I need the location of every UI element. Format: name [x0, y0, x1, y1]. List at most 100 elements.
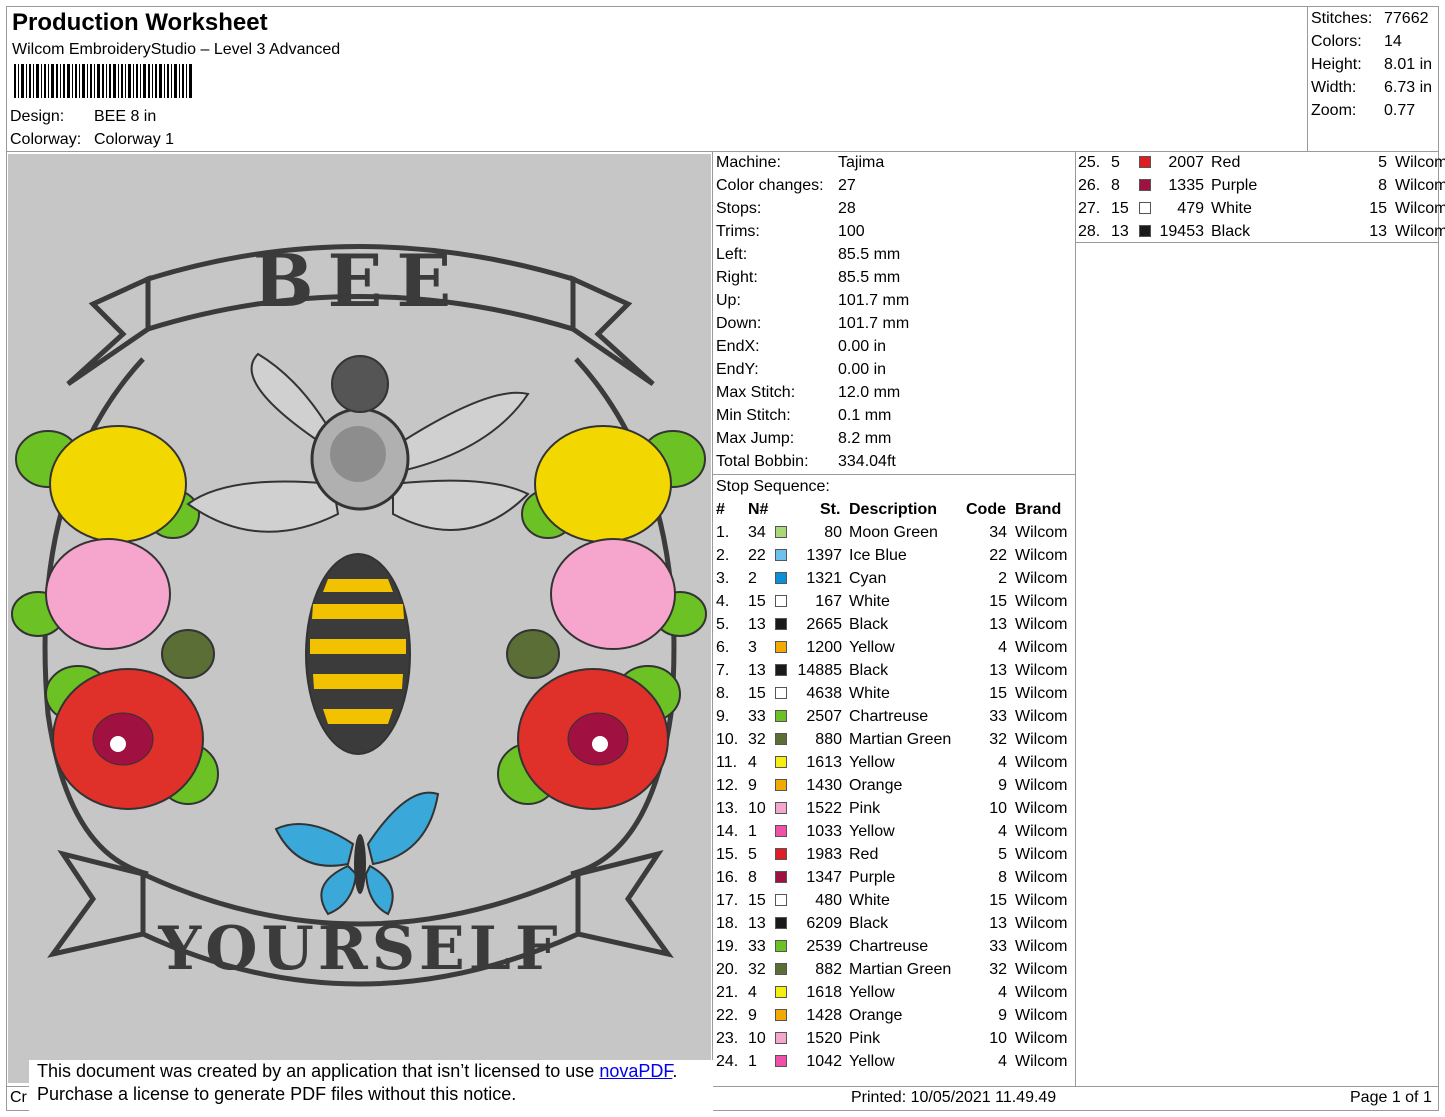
stop-stitches: 1321 [806, 570, 842, 587]
stop-needle: 10 [748, 800, 766, 817]
machine-value: 0.00 in [838, 361, 887, 378]
bottom-banner-tail-left [47, 850, 146, 958]
machine-label: Total Bobbin: [716, 453, 809, 470]
machine-label: Max Stitch: [716, 384, 796, 401]
color-swatch [775, 1009, 787, 1021]
stat-label: Stitches: [1311, 10, 1373, 27]
stop-description: Red [1211, 154, 1241, 171]
stop-stitches: 1033 [806, 823, 842, 840]
printed-date: Printed: 10/05/2021 11.49.49 [851, 1089, 1057, 1106]
license-notice: This document was created by an applicat… [29, 1060, 713, 1112]
color-swatch [775, 687, 787, 699]
stop-brand: Wilcom [1015, 662, 1068, 679]
machine-label: Right: [716, 269, 758, 286]
embroidery-artwork: BEE YOURSELF [11, 238, 707, 987]
machine-value: 85.5 mm [838, 246, 901, 263]
stop-row: 15. 5 1983 Red 5 Wilcom [716, 843, 1074, 866]
machine-value: 0.1 mm [838, 407, 892, 424]
page-number: Page 1 of 1 [1350, 1089, 1432, 1106]
stat-value: 14 [1384, 33, 1402, 50]
stop-code: 34 [989, 524, 1007, 541]
machine-label: Max Jump: [716, 430, 795, 447]
stop-needle: 4 [748, 754, 757, 771]
machine-value: 8.2 mm [838, 430, 892, 447]
machine-value: 12.0 mm [838, 384, 901, 401]
stop-description: Martian Green [849, 961, 952, 978]
color-swatch [775, 848, 787, 860]
stop-brand: Wilcom [1395, 223, 1445, 240]
stop-code: 32 [989, 731, 1007, 748]
stop-stitches: 1983 [806, 846, 842, 863]
footer-left: Cr [10, 1089, 27, 1106]
stop-brand: Wilcom [1015, 639, 1068, 656]
color-swatch [775, 549, 787, 561]
stop-description: Cyan [849, 570, 887, 587]
stop-code: 9 [998, 1007, 1007, 1024]
stat-label: Width: [1311, 79, 1357, 96]
stop-stitches: 480 [815, 892, 842, 909]
stop-row: 26. 8 1335 Purple 8 Wilcom [1078, 174, 1445, 197]
stop-description: White [849, 593, 890, 610]
stop-row: 19. 33 2539 Chartreuse 33 Wilcom [716, 935, 1074, 958]
color-swatch [775, 1032, 787, 1044]
notice-line2: Purchase a license to generate PDF files… [37, 1084, 517, 1104]
page-title: Production Worksheet [12, 9, 268, 36]
stops-header: # N# St. Description Code Brand [716, 498, 1074, 521]
color-swatch [775, 710, 787, 722]
stop-row: 16. 8 1347 Purple 8 Wilcom [716, 866, 1074, 889]
stop-brand: Wilcom [1015, 938, 1068, 955]
stop-index: 3. [716, 570, 730, 587]
stop-index: 9. [716, 708, 730, 725]
stop-code: 15 [989, 593, 1007, 610]
stop-code: 5 [1378, 154, 1387, 171]
right-roses [497, 425, 707, 810]
col-brand: Brand [1015, 501, 1062, 518]
stop-needle: 13 [748, 662, 766, 679]
butterfly [274, 791, 440, 916]
stop-code: 4 [998, 639, 1007, 656]
stop-index: 19. [716, 938, 739, 955]
stop-description: Orange [849, 777, 903, 794]
bottom-banner-tail-right [575, 850, 674, 958]
stop-description: Yellow [849, 754, 895, 771]
stop-description: Pink [849, 1030, 881, 1047]
stop-needle: 13 [748, 616, 766, 633]
stop-stitches: 1335 [1168, 177, 1204, 194]
stop-description: Martian Green [849, 731, 952, 748]
stop-index: 11. [716, 754, 738, 771]
stop-index: 1. [716, 524, 730, 541]
machine-label: EndY: [716, 361, 759, 378]
stop-description: Ice Blue [849, 547, 907, 564]
stop-description: Chartreuse [849, 708, 929, 725]
stop-row: 22. 9 1428 Orange 9 Wilcom [716, 1004, 1074, 1027]
color-swatch [775, 526, 787, 538]
stop-row: 5. 13 2665 Black 13 Wilcom [716, 613, 1074, 636]
stop-stitches: 1522 [806, 800, 842, 817]
novapdf-link[interactable]: novaPDF [599, 1061, 672, 1081]
machine-label: Down: [716, 315, 762, 332]
stop-description: Pink [849, 800, 881, 817]
stop-description: Black [849, 662, 889, 679]
stop-needle: 32 [748, 731, 766, 748]
stop-stitches: 882 [815, 961, 842, 978]
stop-code: 15 [989, 892, 1007, 909]
color-swatch [775, 802, 787, 814]
stop-description: Moon Green [849, 524, 938, 541]
stop-row: 11. 4 1613 Yellow 4 Wilcom [716, 751, 1074, 774]
stop-description: Purple [1211, 177, 1258, 194]
stop-description: White [849, 892, 890, 909]
stop-row: 1. 34 80 Moon Green 34 Wilcom [716, 521, 1074, 544]
stop-code: 33 [989, 708, 1007, 725]
stop-description: White [849, 685, 890, 702]
stop-stitches: 880 [815, 731, 842, 748]
color-swatch [775, 664, 787, 676]
stop-index: 2. [716, 547, 730, 564]
stop-brand: Wilcom [1015, 961, 1068, 978]
stop-needle: 22 [748, 547, 766, 564]
stop-code: 15 [989, 685, 1007, 702]
col-needle: N# [748, 501, 769, 518]
stop-description: Yellow [849, 1053, 895, 1070]
stop-needle: 10 [748, 1030, 766, 1047]
stop-brand: Wilcom [1015, 1007, 1068, 1024]
stop-stitches: 2007 [1168, 154, 1204, 171]
